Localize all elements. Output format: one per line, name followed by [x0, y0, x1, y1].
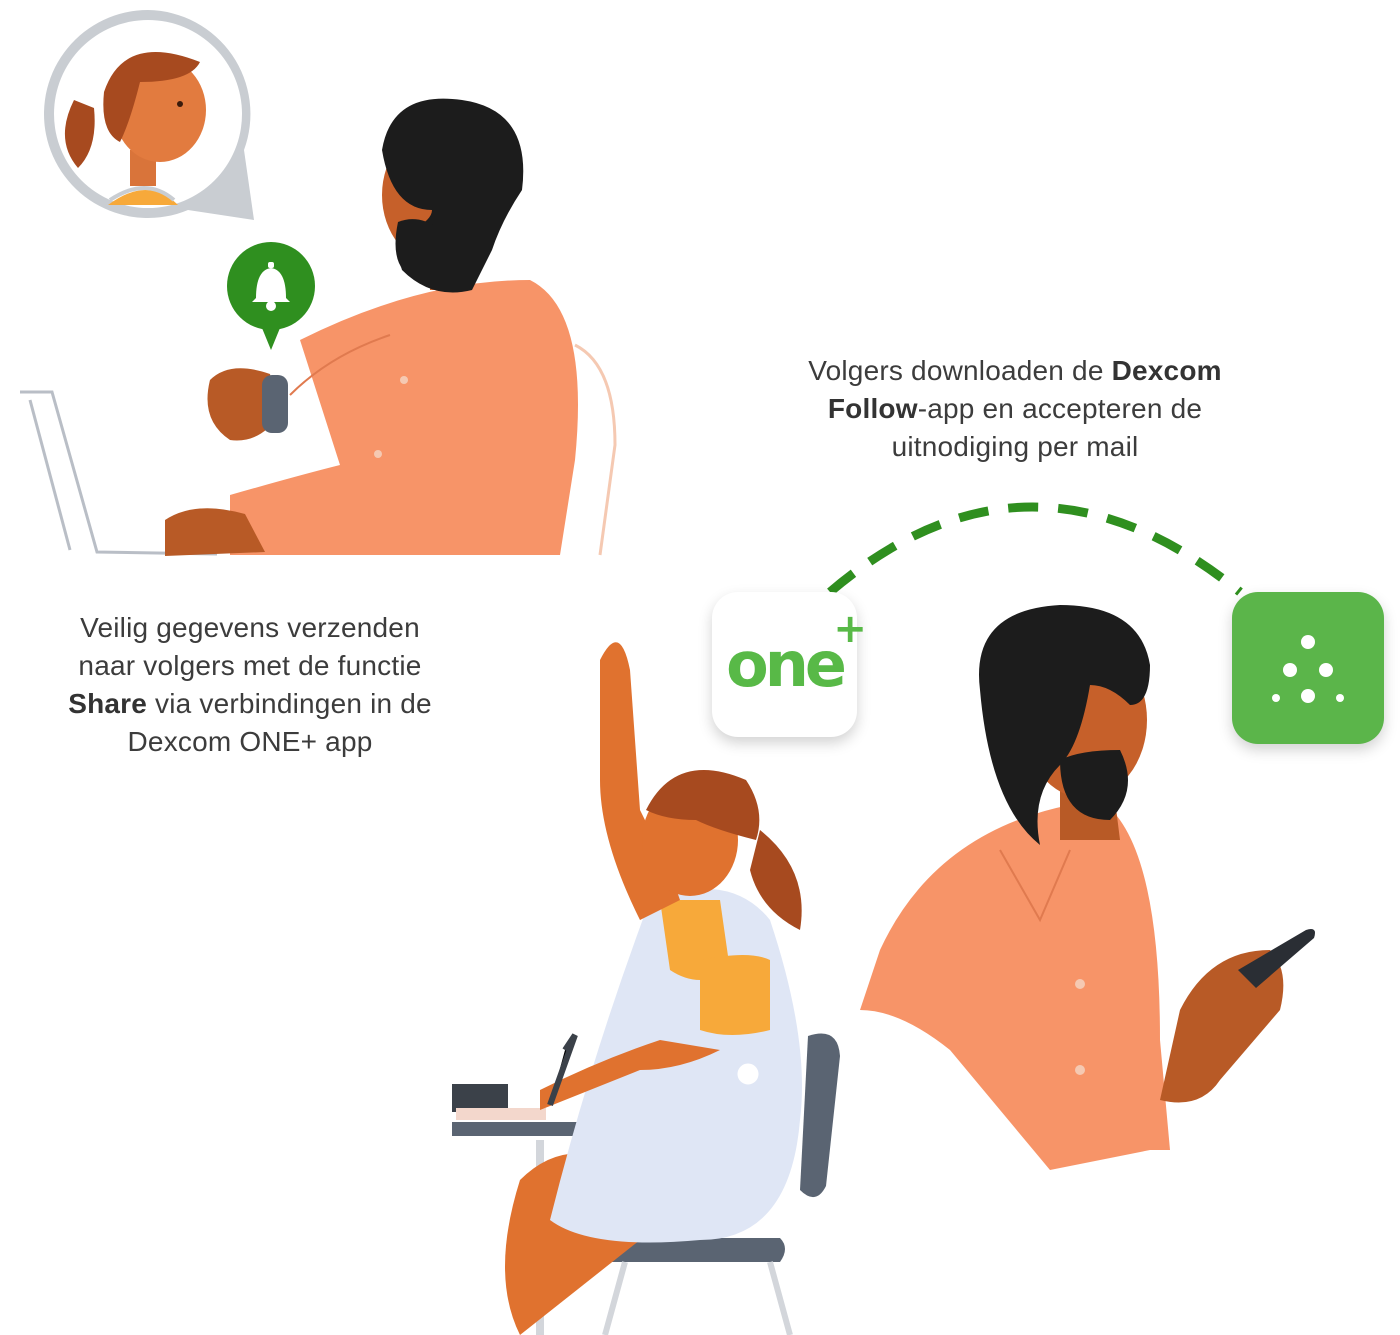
one-plus-wordmark: one + [726, 606, 867, 701]
follow-description: Volgers downloaden de Dexcom Follow-app … [770, 352, 1260, 466]
follow-line-2: Follow-app en accepteren de [770, 390, 1260, 428]
share-bold: Share [68, 688, 148, 719]
follow-bold-2: Follow [827, 393, 918, 424]
share-connection-line [827, 502, 1243, 596]
one-plus-sign: + [833, 606, 866, 652]
share-line-1: Veilig gegevens verzenden [80, 612, 420, 643]
follow-line-1-pre: Volgers downloaden de [808, 355, 1112, 386]
follow-bold-1: Dexcom [1111, 355, 1222, 386]
girl-at-desk [452, 642, 840, 1335]
dexcom-one-plus-app-icon[interactable]: one + [712, 592, 867, 737]
follow-line-3: uitnodiging per mail [891, 431, 1139, 462]
share-line-4: Dexcom ONE+ app [127, 726, 373, 757]
share-line-3-rest: via verbindingen in de [147, 688, 432, 719]
follow-dots-icon [1272, 635, 1344, 703]
one-plus-label: one [726, 628, 847, 701]
share-line-2: naar volgers met de functie [78, 650, 422, 681]
share-description: Veilig gegevens verzenden naar volgers m… [40, 609, 460, 761]
follow-line-2-rest: -app en accepteren de [917, 393, 1203, 424]
girl-avatar-bubble [44, 10, 255, 220]
bell-icon [227, 242, 315, 350]
follow-line-1: Volgers downloaden de Dexcom [770, 352, 1260, 390]
dexcom-follow-icon[interactable] [1232, 592, 1384, 744]
share-line-3: Share via verbindingen in de [40, 685, 460, 723]
